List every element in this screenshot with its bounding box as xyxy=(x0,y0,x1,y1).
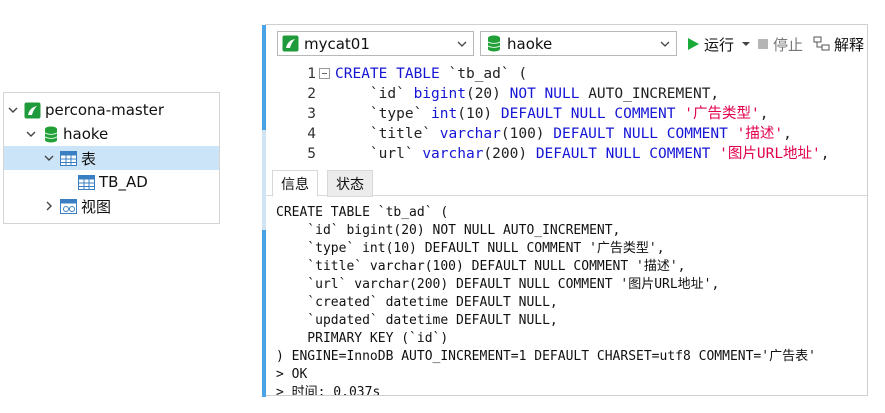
sql-keyword: int xyxy=(431,106,458,122)
sql-token: , xyxy=(783,126,792,142)
chevron-down-icon[interactable] xyxy=(42,151,56,165)
tab-label: 信息 xyxy=(281,176,309,193)
sql-string: '广告类型' xyxy=(684,106,760,122)
code-text: `title` varchar(100) DEFAULT NULL COMMEN… xyxy=(335,124,792,144)
tree-item-label: 表 xyxy=(81,149,97,168)
stop-button[interactable]: 停止 xyxy=(757,33,803,55)
fold-toggle-icon[interactable] xyxy=(319,68,330,79)
database-select-value: haoke xyxy=(507,34,553,53)
sql-token: `title` xyxy=(335,126,440,142)
sql-token: `id` xyxy=(335,86,414,102)
sql-token: (10) xyxy=(457,106,501,122)
sql-token: , xyxy=(759,106,769,122)
line-number: 1 xyxy=(307,66,316,82)
line-number: 2 xyxy=(307,86,316,102)
tab-status[interactable]: 状态 xyxy=(327,170,373,197)
result-tabs: 信息 状态 xyxy=(266,168,867,197)
dropdown-triangle-icon[interactable] xyxy=(740,38,752,50)
chevron-down-icon xyxy=(457,41,467,47)
sql-editor[interactable]: 1 CREATE TABLE `tb_ad` (2 `id` bigint(20)… xyxy=(266,62,867,165)
tree-item-tables[interactable]: 表 xyxy=(4,146,219,170)
sql-token: `tb_ad` ( xyxy=(448,66,528,82)
line-number: 3 xyxy=(307,106,316,122)
message-output: CREATE TABLE `tb_ad` ( `id` bigint(20) N… xyxy=(276,204,867,395)
sql-token: , xyxy=(820,146,830,162)
sql-keyword: DEFAULT NULL COMMENT xyxy=(553,126,737,142)
code-text: `url` varchar(200) DEFAULT NULL COMMENT … xyxy=(335,144,830,164)
code-line[interactable]: 4 `title` varchar(100) DEFAULT NULL COMM… xyxy=(266,124,867,144)
output-line: `url` varchar(200) DEFAULT NULL COMMENT … xyxy=(276,277,720,292)
output-line: `created` datetime DEFAULT NULL, xyxy=(276,295,558,310)
line-number: 4 xyxy=(307,126,316,142)
output-line: `type` int(10) DEFAULT NULL COMMENT '广告类… xyxy=(276,241,665,256)
sql-keyword: varchar xyxy=(439,126,501,142)
output-line: ) ENGINE=InnoDB AUTO_INCREMENT=1 DEFAULT… xyxy=(276,349,816,364)
connection-select[interactable]: mycat01 xyxy=(277,31,474,56)
tree-item-connection[interactable]: percona-master xyxy=(4,98,219,122)
output-line: `updated` datetime DEFAULT NULL, xyxy=(276,313,558,328)
sql-string: '图片URL地址' xyxy=(719,146,821,162)
run-button-label: 运行 xyxy=(704,35,735,54)
tree-item-label: TB_AD xyxy=(99,173,148,191)
sql-keyword: NOT NULL xyxy=(509,86,589,102)
connection-icon xyxy=(282,35,299,52)
output-line: `title` varchar(100) DEFAULT NULL COMMEN… xyxy=(276,259,686,274)
sql-token: AUTO_INCREMENT, xyxy=(588,86,720,102)
code-line[interactable]: 5 `url` varchar(200) DEFAULT NULL COMMEN… xyxy=(266,144,867,164)
navigator-tree: percona-master haoke 表 TB_AD 视图 xyxy=(3,92,220,224)
explain-icon xyxy=(813,36,830,51)
view-group-icon xyxy=(60,198,77,215)
tree-item-label: percona-master xyxy=(45,101,165,119)
table-group-icon xyxy=(60,150,77,167)
sql-token: (20) xyxy=(465,86,510,102)
chevron-down-icon[interactable] xyxy=(6,103,20,117)
sql-keyword: DEFAULT NULL COMMENT xyxy=(500,106,685,122)
tree-item-label: haoke xyxy=(63,125,109,143)
tab-info[interactable]: 信息 xyxy=(272,170,318,197)
sql-token: `url` xyxy=(335,146,423,162)
sql-keyword: CREATE TABLE xyxy=(335,66,449,82)
database-select[interactable]: haoke xyxy=(480,31,677,56)
sql-token: (200) xyxy=(483,146,536,162)
sql-token: `type` xyxy=(335,106,432,122)
code-line[interactable]: 3 `type` int(10) DEFAULT NULL COMMENT '广… xyxy=(266,104,867,124)
stop-icon xyxy=(758,39,768,49)
database-icon xyxy=(42,126,59,143)
sql-token: (100) xyxy=(500,126,554,142)
output-line: PRIMARY KEY (`id`) xyxy=(276,331,449,346)
play-icon xyxy=(688,38,699,50)
run-button[interactable]: 运行 xyxy=(687,33,752,55)
sql-keyword: DEFAULT NULL COMMENT xyxy=(535,146,720,162)
connection-icon xyxy=(24,102,41,119)
table-icon xyxy=(78,174,95,191)
output-line: CREATE TABLE `tb_ad` ( xyxy=(276,205,449,220)
tree-item-table-tb-ad[interactable]: TB_AD xyxy=(4,170,219,194)
sql-keyword: bigint xyxy=(413,86,466,102)
line-number: 5 xyxy=(307,146,316,162)
code-text: CREATE TABLE `tb_ad` ( xyxy=(335,64,527,84)
output-line: > OK xyxy=(276,367,308,382)
stop-button-label: 停止 xyxy=(773,35,804,54)
code-text: `id` bigint(20) NOT NULL AUTO_INCREMENT, xyxy=(335,84,719,104)
code-line[interactable]: 1 CREATE TABLE `tb_ad` ( xyxy=(266,64,867,84)
tab-label: 状态 xyxy=(336,176,364,193)
tree-item-views[interactable]: 视图 xyxy=(4,194,219,218)
code-text: `type` int(10) DEFAULT NULL COMMENT '广告类… xyxy=(335,104,769,124)
tree-item-database[interactable]: haoke xyxy=(4,122,219,146)
sql-string: '描述' xyxy=(736,126,784,142)
output-line: `id` bigint(20) NOT NULL AUTO_INCREMENT, xyxy=(276,223,621,238)
chevron-down-icon xyxy=(660,41,670,47)
query-window: mycat01 haoke 运行 停止 解释 1 CREATE TABLE `tb… xyxy=(262,24,868,397)
code-line[interactable]: 2 `id` bigint(20) NOT NULL AUTO_INCREMEN… xyxy=(266,84,867,104)
output-line: > 时间: 0.037s xyxy=(276,385,381,395)
sql-keyword: varchar xyxy=(422,146,484,162)
chevron-right-icon[interactable] xyxy=(42,199,56,213)
query-toolbar: mycat01 haoke 运行 停止 解释 xyxy=(266,25,867,61)
chevron-down-icon[interactable] xyxy=(24,127,38,141)
tree-item-label: 视图 xyxy=(81,197,112,216)
explain-button[interactable]: 解释 xyxy=(813,33,864,55)
explain-button-label: 解释 xyxy=(834,35,865,54)
database-icon xyxy=(485,35,502,52)
connection-select-value: mycat01 xyxy=(304,34,370,53)
